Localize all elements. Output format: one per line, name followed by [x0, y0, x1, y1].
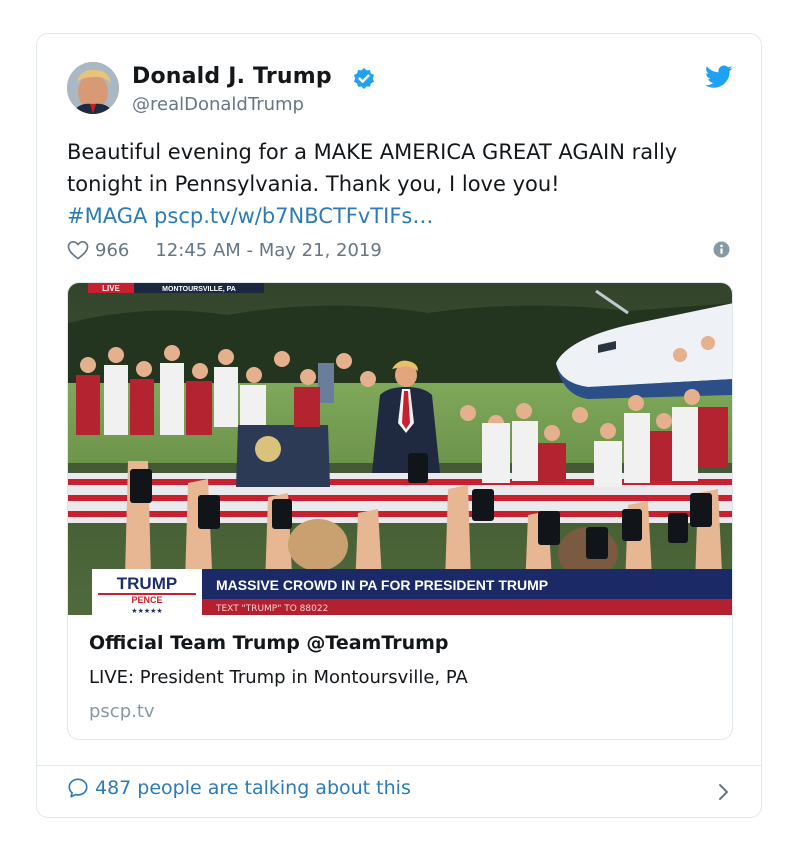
conversation-link[interactable]: 487 people are talking about this [67, 777, 411, 799]
card-domain: pscp.tv [89, 701, 155, 722]
like-count[interactable]: 966 [95, 240, 129, 261]
hashtag-link[interactable]: #MAGA [67, 204, 147, 228]
card-title[interactable]: Official Team Trump @TeamTrump [89, 632, 449, 654]
card-description: LIVE: President Trump in Montoursville, … [89, 667, 468, 688]
heart-icon[interactable] [67, 240, 89, 260]
banner-logo-pence: PENCE [131, 595, 162, 605]
tweet-url-link[interactable]: pscp.tv/w/b7NBCTFvTIFs… [154, 204, 433, 228]
location-badge: MONTOURSVILLE, PA [162, 286, 236, 293]
link-preview-card[interactable]: LIVE MONTOURSVILLE, PA TRUMP PENCE ★★★★★… [67, 282, 733, 740]
twitter-bird-icon[interactable] [705, 65, 733, 89]
tweet-meta: 966 12:45 AM - May 21, 2019 [67, 237, 382, 263]
tweet-embed-card: Donald J. Trump @realDonaldTrump Beautif… [36, 33, 762, 818]
speech-bubble-icon [68, 778, 88, 798]
author-avatar[interactable] [67, 62, 119, 114]
banner-logo-trump: TRUMP [117, 574, 177, 593]
avatar-image [67, 62, 119, 114]
author-handle[interactable]: @realDonaldTrump [132, 94, 304, 115]
verified-badge-icon [354, 68, 374, 89]
tweet-text: Beautiful evening for a MAKE AMERICA GRE… [67, 136, 727, 232]
chevron-right-icon[interactable] [717, 781, 731, 803]
banner-stars: ★★★★★ [131, 607, 162, 615]
tweet-timestamp[interactable]: 12:45 AM - May 21, 2019 [155, 240, 381, 261]
banner-subtext: TEXT "TRUMP" TO 88022 [215, 604, 328, 614]
rally-video-thumbnail[interactable]: LIVE MONTOURSVILLE, PA TRUMP PENCE ★★★★★… [68, 283, 733, 615]
live-badge: LIVE [102, 284, 120, 293]
author-name[interactable]: Donald J. Trump [132, 64, 332, 89]
info-icon[interactable] [713, 241, 730, 258]
footer-divider [37, 765, 761, 766]
talking-count-text: 487 people are talking about this [95, 777, 411, 799]
banner-headline: MASSIVE CROWD IN PA FOR PRESIDENT TRUMP [216, 577, 548, 593]
tweet-body: Beautiful evening for a MAKE AMERICA GRE… [67, 140, 678, 196]
